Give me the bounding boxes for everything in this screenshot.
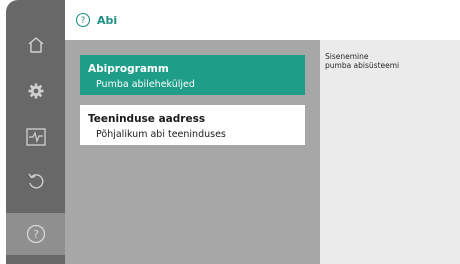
sidebar-item-diagnostics[interactable] xyxy=(6,116,65,158)
info-panel: Sisenemine pumba abisüsteemi xyxy=(320,40,460,264)
menu-item-help-program[interactable]: Abiprogramm Pumba abileheküljed xyxy=(80,55,305,95)
sidebar-item-help[interactable]: ? xyxy=(6,213,65,255)
menu-item-subtitle: Põhjalikum abi teeninduses xyxy=(96,129,226,140)
gear-icon xyxy=(28,83,43,99)
menu-item-service-address[interactable]: Teeninduse aadress Põhjalikum abi teenin… xyxy=(80,105,305,145)
info-text-line: Sisenemine xyxy=(325,52,369,61)
sidebar-item-home[interactable] xyxy=(6,24,65,66)
header: ? Abi xyxy=(65,0,460,40)
main-area: ? Abi Abiprogramm Pumba abileheküljed Te… xyxy=(65,0,460,264)
undo-icon xyxy=(27,173,43,189)
svg-text:?: ? xyxy=(33,228,39,241)
sidebar: ? xyxy=(6,0,65,264)
sidebar-item-reset[interactable] xyxy=(6,160,65,202)
info-text-line: pumba abisüsteemi xyxy=(325,61,400,70)
svg-text:?: ? xyxy=(81,16,86,26)
home-icon xyxy=(28,37,43,53)
content-area: Abiprogramm Pumba abileheküljed Teenindu… xyxy=(65,40,460,264)
sidebar-item-settings[interactable] xyxy=(6,70,65,112)
menu-item-title: Teeninduse aadress xyxy=(88,113,206,125)
help-circle-icon: ? xyxy=(26,224,45,244)
menu-item-subtitle: Pumba abileheküljed xyxy=(96,79,195,90)
pulse-monitor-icon xyxy=(25,128,46,146)
help-circle-icon: ? xyxy=(75,12,91,28)
menu-item-title: Abiprogramm xyxy=(88,63,169,75)
page-title: Abi xyxy=(97,13,118,27)
